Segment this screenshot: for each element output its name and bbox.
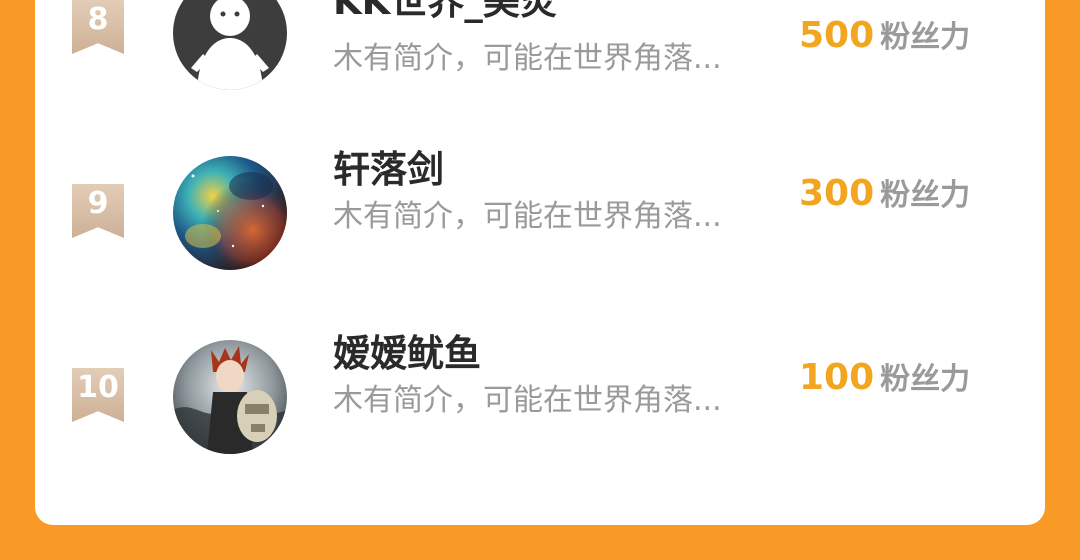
fan-power-score: 300 粉丝力 bbox=[799, 170, 970, 214]
score-value: 300 bbox=[799, 173, 875, 214]
ranking-card: 8 KK世界_美炎 木有简介，可能在世界角落... 500 粉丝力 9 轩落剑 … bbox=[35, 0, 1045, 525]
avatar[interactable] bbox=[173, 340, 287, 454]
nebula-avatar bbox=[173, 156, 287, 270]
score-value: 500 bbox=[799, 15, 875, 56]
user-bio: 木有简介，可能在世界角落... bbox=[333, 41, 722, 76]
score-unit: 粉丝力 bbox=[880, 362, 971, 397]
user-name[interactable]: 嫒嫒鱿鱼 bbox=[333, 332, 481, 376]
rank-badge: 8 bbox=[72, 0, 124, 54]
rank-badge: 9 bbox=[72, 184, 124, 238]
avatar[interactable] bbox=[173, 156, 287, 270]
rank-number: 8 bbox=[87, 2, 109, 37]
user-bio: 木有简介，可能在世界角落... bbox=[333, 199, 722, 234]
score-unit: 粉丝力 bbox=[880, 20, 971, 55]
fan-power-score: 100 粉丝力 bbox=[799, 354, 970, 398]
fan-power-score: 500 粉丝力 bbox=[799, 12, 970, 56]
avatar[interactable] bbox=[173, 0, 287, 90]
user-name[interactable]: 轩落剑 bbox=[333, 148, 444, 192]
default-user-icon bbox=[173, 0, 287, 90]
rank-number: 10 bbox=[77, 370, 119, 405]
user-name[interactable]: KK世界_美炎 bbox=[333, 0, 557, 24]
rank-badge: 10 bbox=[72, 368, 124, 422]
anime-character-avatar bbox=[173, 340, 287, 454]
ranking-row[interactable]: 8 KK世界_美炎 木有简介，可能在世界角落... 500 粉丝力 bbox=[35, 0, 1045, 140]
rank-number: 9 bbox=[87, 186, 109, 221]
score-value: 100 bbox=[799, 357, 875, 398]
ranking-row[interactable]: 9 轩落剑 木有简介，可能在世界角落... 300 粉丝力 bbox=[35, 144, 1045, 324]
score-unit: 粉丝力 bbox=[880, 178, 971, 213]
user-bio: 木有简介，可能在世界角落... bbox=[333, 383, 722, 418]
ranking-row[interactable]: 10 嫒嫒鱿鱼 木有简介，可能在世界角落... 100 粉丝力 bbox=[35, 328, 1045, 508]
